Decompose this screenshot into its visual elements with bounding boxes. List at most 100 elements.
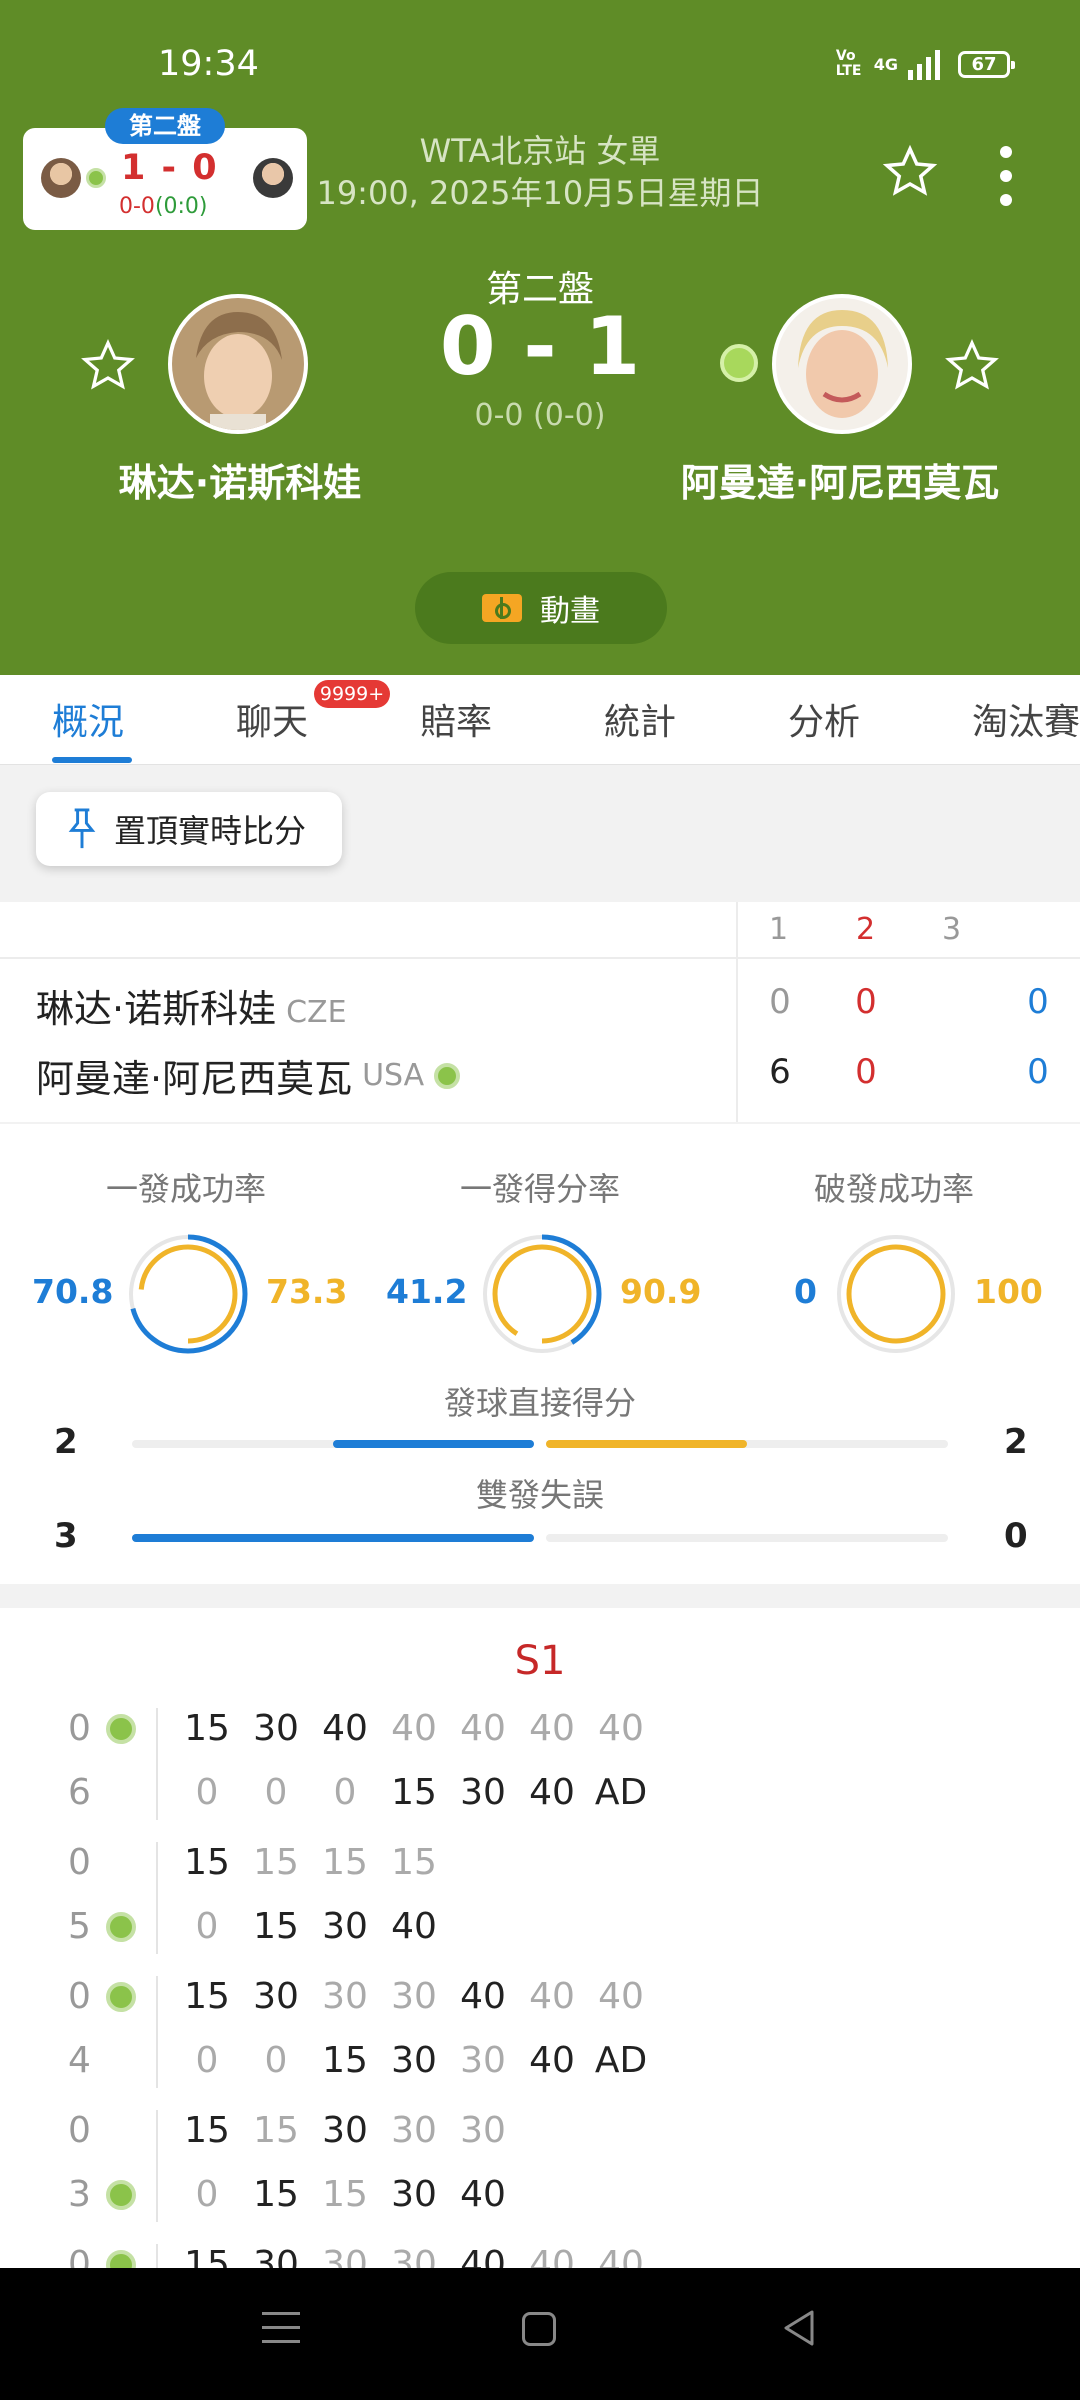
mini-game-score: 0-0 <box>119 194 155 219</box>
serve-ball-icon <box>106 2180 136 2210</box>
tab-overview[interactable]: 概況 <box>52 693 124 745</box>
league-name: WTA北京站 女單 <box>419 132 661 170</box>
point-top: 40 <box>460 2244 506 2268</box>
point-top: 40 <box>529 2244 575 2268</box>
p2-set2: 0 <box>855 1052 877 1092</box>
first-serve-title: 一發成功率 <box>105 1170 266 1208</box>
first-serve-won-title: 一發得分率 <box>459 1170 620 1208</box>
point-bottom: 15 <box>322 2174 368 2215</box>
favorite-star-icon[interactable] <box>880 142 940 202</box>
active-tab-indicator <box>52 757 132 763</box>
match-stats: 一發成功率 一發得分率 破發成功率 70.8 73.3 41.2 90.9 0 … <box>0 1124 1080 1584</box>
aces-left-bar <box>333 1440 534 1448</box>
point-bottom: 40 <box>460 2174 506 2215</box>
point-bottom: 15 <box>253 1906 299 1947</box>
point-top: 40 <box>460 1976 506 2017</box>
double-faults-left-bar <box>132 1534 534 1542</box>
animation-label: 動畫 <box>540 594 600 629</box>
first-serve-left: 70.8 <box>32 1272 114 1311</box>
game-score-bottom: 5 <box>68 1906 91 1947</box>
game-score-top: 0 <box>68 1842 91 1883</box>
point-bottom: 30 <box>322 1906 368 1947</box>
scoreboard-player2: 阿曼達·阿尼西莫瓦 USA <box>36 1048 461 1103</box>
point-bottom: AD <box>594 1772 648 1813</box>
first-serve-ring <box>128 1234 248 1354</box>
game-divider <box>156 1842 158 1954</box>
tab-bar: 概況 聊天 賠率 統計 分析 淘汰賽 <box>0 675 1080 765</box>
game-score-bottom: 6 <box>68 1772 91 1813</box>
point-top: 15 <box>253 2110 299 2151</box>
point-bottom: 15 <box>322 2040 368 2081</box>
player2-avatar[interactable] <box>772 294 912 434</box>
aces-right-bar <box>546 1440 747 1448</box>
point-bottom: 30 <box>460 2040 506 2081</box>
p1-set1: 0 <box>769 982 791 1022</box>
double-faults-title: 雙發失誤 <box>475 1476 604 1514</box>
point-top: 40 <box>529 1708 575 1749</box>
player2-country: USA <box>362 1058 425 1093</box>
point-bottom: 40 <box>529 2040 575 2081</box>
tab-stats[interactable]: 統計 <box>604 693 676 745</box>
break-points-title: 破發成功率 <box>813 1170 974 1208</box>
point-bottom: 0 <box>195 1772 219 1813</box>
player1-name-row: 琳达·诺斯科娃 <box>36 987 277 1031</box>
animation-button[interactable]: 動畫 <box>415 572 667 644</box>
mini-set-badge: 第二盤 <box>105 108 225 144</box>
scoreboard-player1: 琳达·诺斯科娃 CZE <box>36 978 347 1033</box>
point-top: 30 <box>322 2244 368 2268</box>
first-serve-won-left: 41.2 <box>386 1272 468 1311</box>
point-bottom: 0 <box>195 2040 219 2081</box>
game-score: 0-0 (0-0) <box>474 398 606 433</box>
point-bottom: 15 <box>391 1772 437 1813</box>
back-icon[interactable] <box>780 2308 820 2348</box>
scoreboard-header-line <box>0 957 1080 959</box>
set-scoreboard: 1 2 3 琳达·诺斯科娃 CZE 0 0 0 阿曼達·阿尼西莫瓦 USA 6 0 … <box>0 902 1080 1122</box>
game-score-top: 0 <box>68 1976 91 2017</box>
game-score-top: 0 <box>68 1708 91 1749</box>
point-bottom: 15 <box>253 2174 299 2215</box>
serve-ball-icon <box>106 1982 136 2012</box>
more-options-icon[interactable] <box>1000 146 1014 206</box>
tab-odds[interactable]: 賠率 <box>420 693 492 745</box>
point-bottom: AD <box>594 2040 648 2081</box>
first-serve-right: 73.3 <box>266 1272 348 1311</box>
match-header: 19:34 Vo LTE 4G 67 1 - 0 0-0(0:0) 第二盤 WT… <box>0 0 1080 675</box>
volte-icon: Vo LTE <box>835 48 862 79</box>
point-top: 30 <box>391 2244 437 2268</box>
point-top: 30 <box>460 2110 506 2151</box>
home-icon[interactable] <box>522 2312 556 2346</box>
recent-apps-icon[interactable] <box>262 2312 300 2343</box>
serve-ball-icon <box>106 1912 136 1942</box>
player1-name: 琳达·诺斯科娃 <box>118 461 362 505</box>
signal-icon <box>908 48 940 80</box>
p2-set1: 6 <box>769 1052 791 1092</box>
system-nav-bar <box>0 2268 1080 2400</box>
match-datetime: 19:00, 2025年10月5日星期日 <box>316 174 764 212</box>
tab-chat[interactable]: 聊天 <box>236 693 308 745</box>
player1-country: CZE <box>286 995 347 1030</box>
serve-ball-icon <box>106 2250 136 2268</box>
point-bottom: 30 <box>391 2040 437 2081</box>
game-divider <box>156 1976 158 2088</box>
tab-knockout[interactable]: 淘汰賽 <box>972 693 1080 745</box>
pin-live-score-button[interactable]: 置頂實時比分 <box>36 792 342 866</box>
first-serve-won-ring <box>482 1234 602 1354</box>
battery-icon: 67 <box>958 50 1015 78</box>
favorite-player1-star-icon[interactable] <box>78 336 138 396</box>
player1-avatar[interactable] <box>168 294 308 434</box>
p1-set2: 0 <box>855 982 877 1022</box>
point-by-point: S1 0 6 15 30 40 40 40 40 40 0 0 0 15 30 40 AD 0 5 15 15 15 15… <box>0 1608 1080 2268</box>
game-score-top: 0 <box>68 2244 91 2268</box>
point-top: 30 <box>391 1976 437 2017</box>
point-bottom: 30 <box>391 2174 437 2215</box>
point-bottom: 40 <box>391 1906 437 1947</box>
point-top: 15 <box>184 2110 230 2151</box>
point-top: 40 <box>391 1708 437 1749</box>
tab-analysis[interactable]: 分析 <box>788 693 860 745</box>
p2-set3: 0 <box>1027 1052 1049 1092</box>
favorite-player2-star-icon[interactable] <box>942 336 1002 396</box>
mini-point-score: (0:0) <box>154 194 208 219</box>
point-top: 15 <box>184 2244 230 2268</box>
game-score-bottom: 3 <box>68 2174 91 2215</box>
point-bottom: 0 <box>264 2040 288 2081</box>
